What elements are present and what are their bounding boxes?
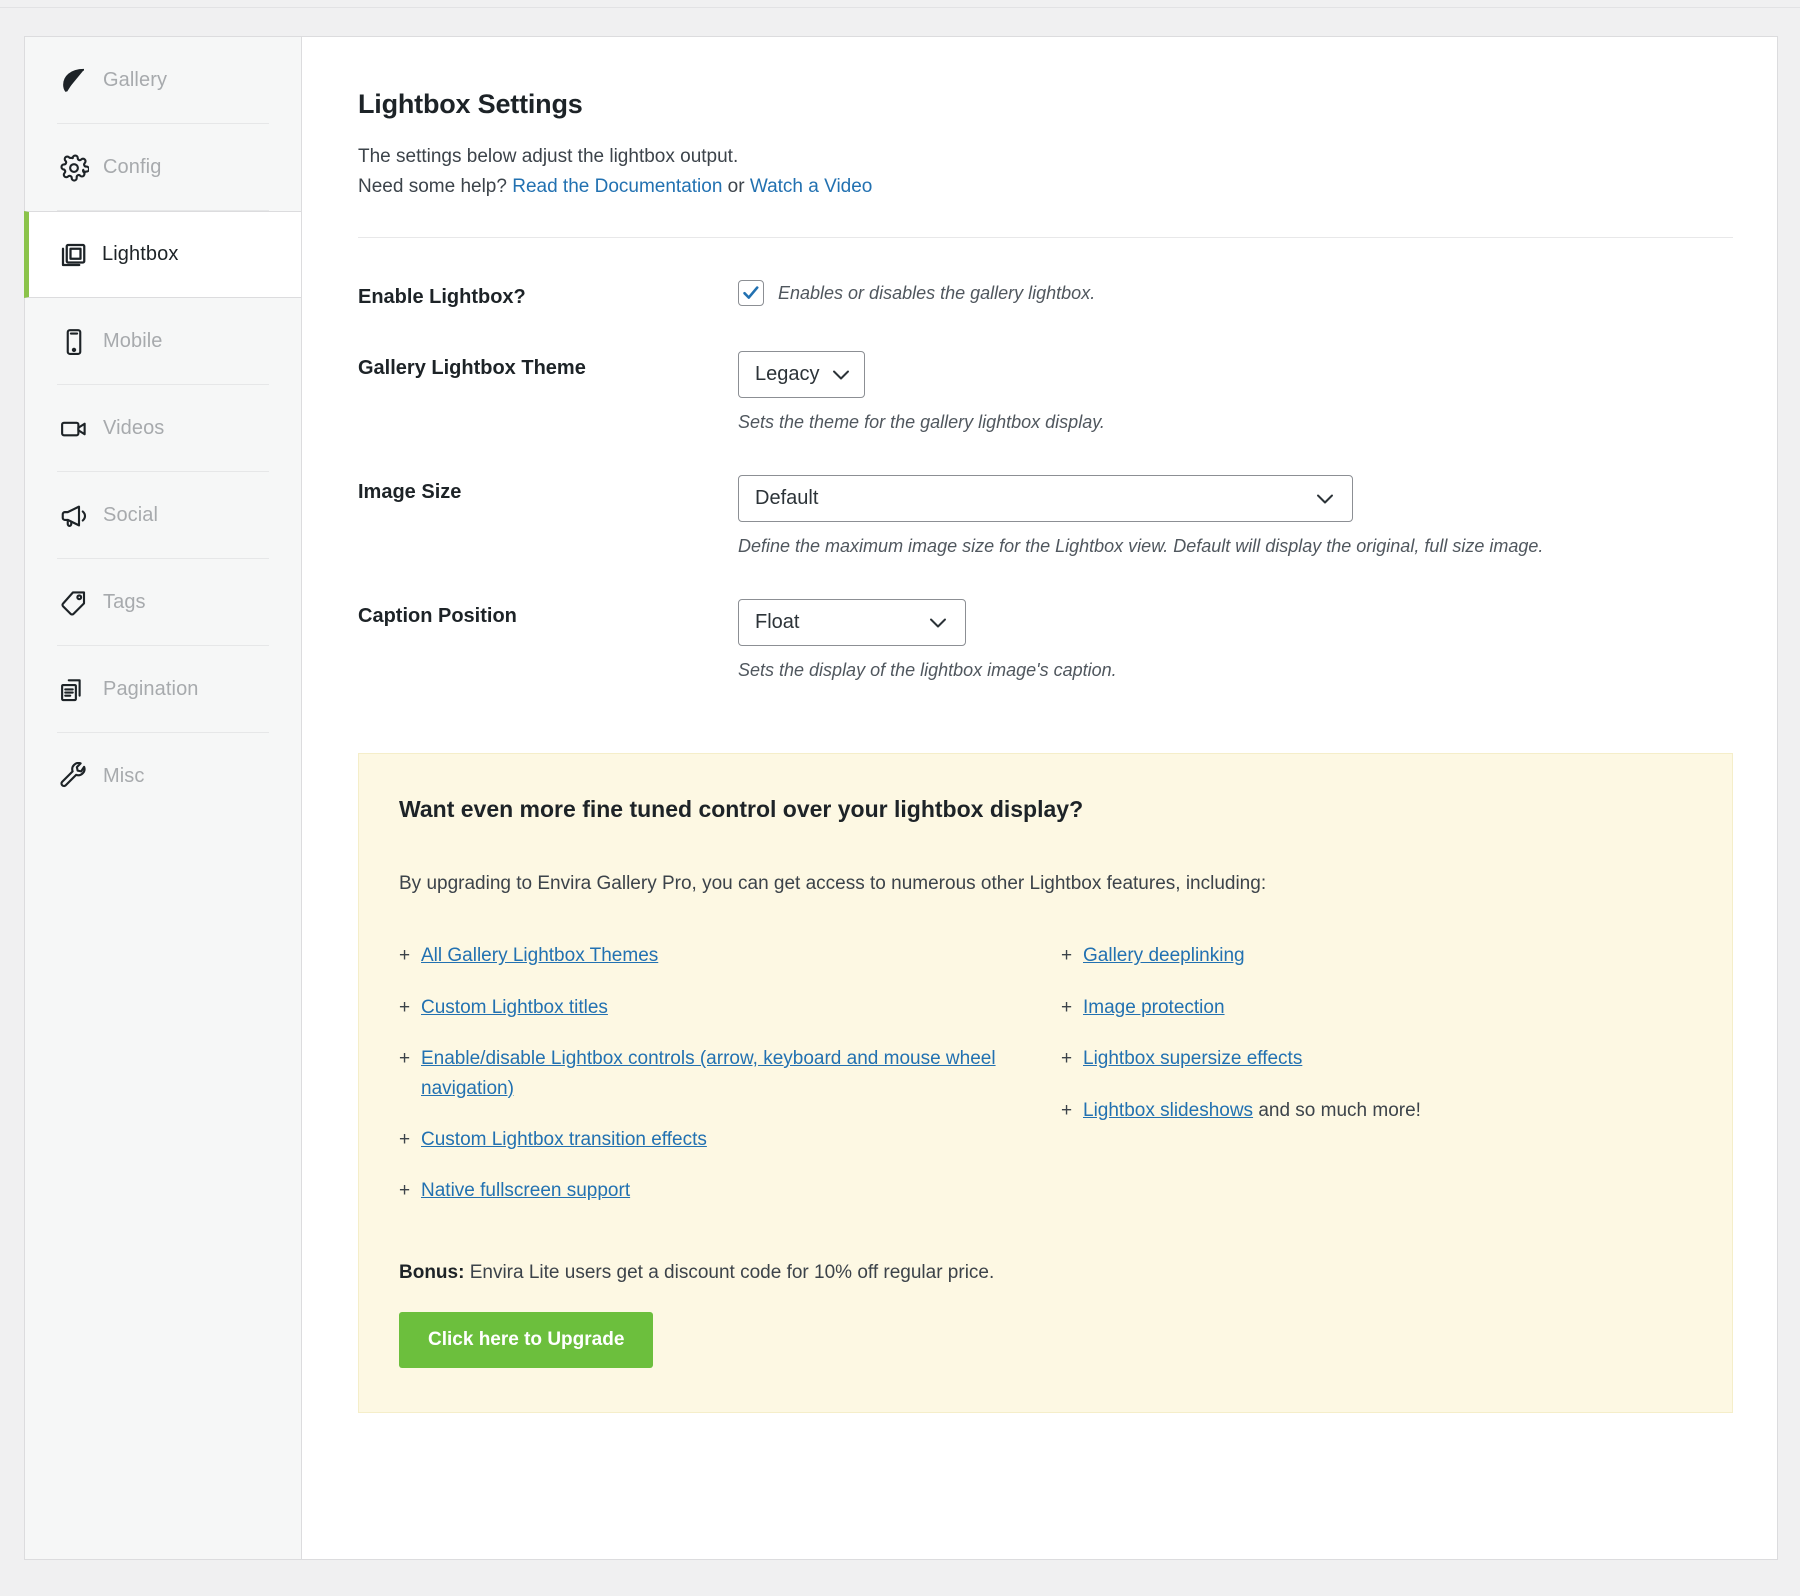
sidebar-item-label: Social — [103, 504, 158, 527]
settings-main: Lightbox Settings The settings below adj… — [302, 37, 1777, 1559]
field-caption-position: Caption Position Float Sets the display … — [358, 557, 1733, 681]
upsell-feature-link[interactable]: Custom Lightbox transition effects — [421, 1129, 707, 1150]
settings-sidebar: Gallery Config Lightbox Mobile Videos Social T… — [25, 37, 302, 1559]
sidebar-item-pagination[interactable]: Pagination — [25, 646, 301, 733]
click-here-to-upgrade-button[interactable]: Click here to Upgrade — [399, 1312, 653, 1368]
check-icon — [742, 284, 760, 302]
caption-position-value: Float — [755, 611, 799, 634]
upsell-feature-link[interactable]: Enable/disable Lightbox controls (arrow,… — [421, 1048, 996, 1098]
image-size-value: Default — [755, 487, 818, 510]
plus-icon: + — [1061, 1096, 1083, 1125]
plus-icon: + — [399, 941, 421, 970]
leaf-icon — [57, 64, 91, 98]
image-size-select[interactable]: Default — [738, 475, 1353, 522]
plus-icon: + — [399, 1044, 421, 1103]
sidebar-item-social[interactable]: Social — [25, 472, 301, 559]
sidebar-item-label: Tags — [103, 591, 146, 614]
enable-lightbox-help: Enables or disables the gallery lightbox… — [778, 283, 1095, 304]
upsell-feature-link[interactable]: Native fullscreen support — [421, 1180, 630, 1201]
upsell-feature-item: +Custom Lightbox transition effects — [399, 1125, 1039, 1154]
bonus-text: Bonus: Envira Lite users get a discount … — [399, 1262, 1692, 1284]
help-prefix: Need some help? — [358, 176, 512, 197]
caption-position-label: Caption Position — [358, 599, 738, 628]
mobile-icon — [57, 325, 91, 359]
chevron-down-icon — [929, 617, 947, 629]
upgrade-promo-box: Want even more fine tuned control over y… — [358, 753, 1733, 1413]
sidebar-item-label: Pagination — [103, 678, 199, 701]
chevron-down-icon — [1316, 493, 1334, 505]
caption-position-help: Sets the display of the lightbox image's… — [738, 660, 1733, 681]
sidebar-item-lightbox[interactable]: Lightbox — [24, 211, 301, 298]
upsell-feature-link[interactable]: All Gallery Lightbox Themes — [421, 945, 658, 966]
upsell-feature-item: +Enable/disable Lightbox controls (arrow… — [399, 1044, 1039, 1103]
plus-icon: + — [399, 993, 421, 1022]
page-description: The settings below adjust the lightbox o… — [358, 142, 1733, 201]
sidebar-item-label: Mobile — [103, 330, 163, 353]
plus-icon: + — [399, 1176, 421, 1205]
upsell-feature-link[interactable]: Image protection — [1083, 997, 1225, 1018]
sidebar-item-label: Config — [103, 156, 161, 179]
enable-lightbox-checkbox[interactable] — [738, 280, 764, 306]
watch-video-link[interactable]: Watch a Video — [750, 176, 873, 197]
video-icon — [57, 412, 91, 446]
page-title: Lightbox Settings — [358, 89, 1733, 120]
upsell-feature-tail: and so much more! — [1253, 1100, 1421, 1121]
sidebar-item-mobile[interactable]: Mobile — [25, 298, 301, 385]
sidebar-item-label: Gallery — [103, 69, 167, 92]
tag-icon — [57, 586, 91, 620]
plus-icon: + — [1061, 941, 1083, 970]
upsell-title: Want even more fine tuned control over y… — [399, 796, 1692, 823]
sidebar-item-videos[interactable]: Videos — [25, 385, 301, 472]
upsell-feature-column-right: +Gallery deeplinking+Image protection+Li… — [1061, 941, 1621, 1228]
image-size-help: Define the maximum image size for the Li… — [738, 536, 1733, 557]
field-image-size: Image Size Default Define the maximum im… — [358, 433, 1733, 557]
window-top-strip — [0, 0, 1800, 8]
sidebar-item-gallery[interactable]: Gallery — [25, 37, 301, 124]
caption-position-select[interactable]: Float — [738, 599, 966, 646]
read-documentation-link[interactable]: Read the Documentation — [512, 176, 722, 197]
enable-lightbox-label: Enable Lightbox? — [358, 280, 738, 309]
upsell-feature-link[interactable]: Lightbox slideshows — [1083, 1100, 1253, 1121]
plus-icon: + — [1061, 1044, 1083, 1073]
sidebar-item-misc[interactable]: Misc — [25, 733, 301, 820]
upsell-feature-item: +Lightbox slideshows and so much more! — [1061, 1096, 1621, 1125]
bonus-label: Bonus: — [399, 1262, 464, 1283]
bonus-body: Envira Lite users get a discount code fo… — [464, 1262, 994, 1283]
image-size-label: Image Size — [358, 475, 738, 504]
help-conjunction: or — [722, 176, 749, 197]
sidebar-item-label: Lightbox — [102, 243, 178, 266]
upsell-feature-link[interactable]: Custom Lightbox titles — [421, 997, 608, 1018]
lightbox-icon — [56, 238, 90, 272]
pagination-icon — [57, 673, 91, 707]
settings-panel: Gallery Config Lightbox Mobile Videos Social T… — [24, 36, 1778, 1560]
upsell-feature-item: +Native fullscreen support — [399, 1176, 1039, 1205]
upsell-feature-item: +All Gallery Lightbox Themes — [399, 941, 1039, 970]
sidebar-item-label: Videos — [103, 417, 164, 440]
field-gallery-lightbox-theme: Gallery Lightbox Theme Legacy Sets the t… — [358, 309, 1733, 433]
upsell-feature-item: +Gallery deeplinking — [1061, 941, 1621, 970]
field-enable-lightbox: Enable Lightbox? Enables or disables the… — [358, 238, 1733, 309]
upsell-feature-item: +Image protection — [1061, 993, 1621, 1022]
gallery-lightbox-theme-value: Legacy — [755, 363, 820, 386]
gallery-lightbox-theme-select[interactable]: Legacy — [738, 351, 865, 398]
upsell-feature-link[interactable]: Gallery deeplinking — [1083, 945, 1245, 966]
megaphone-icon — [57, 499, 91, 533]
upsell-feature-item: +Lightbox supersize effects — [1061, 1044, 1621, 1073]
upsell-feature-item: +Custom Lightbox titles — [399, 993, 1039, 1022]
chevron-down-icon — [832, 369, 850, 381]
sidebar-item-label: Misc — [103, 765, 145, 788]
gear-icon — [57, 151, 91, 185]
sidebar-item-config[interactable]: Config — [25, 124, 301, 211]
upsell-intro: By upgrading to Envira Gallery Pro, you … — [399, 873, 1692, 895]
sidebar-item-tags[interactable]: Tags — [25, 559, 301, 646]
gallery-lightbox-theme-help: Sets the theme for the gallery lightbox … — [738, 412, 1733, 433]
page-description-line1: The settings below adjust the lightbox o… — [358, 146, 738, 167]
upsell-feature-column-left: +All Gallery Lightbox Themes+Custom Ligh… — [399, 941, 1039, 1228]
plus-icon: + — [1061, 993, 1083, 1022]
gallery-lightbox-theme-label: Gallery Lightbox Theme — [358, 351, 738, 380]
plus-icon: + — [399, 1125, 421, 1154]
wrench-icon — [57, 760, 91, 794]
upsell-feature-link[interactable]: Lightbox supersize effects — [1083, 1048, 1302, 1069]
